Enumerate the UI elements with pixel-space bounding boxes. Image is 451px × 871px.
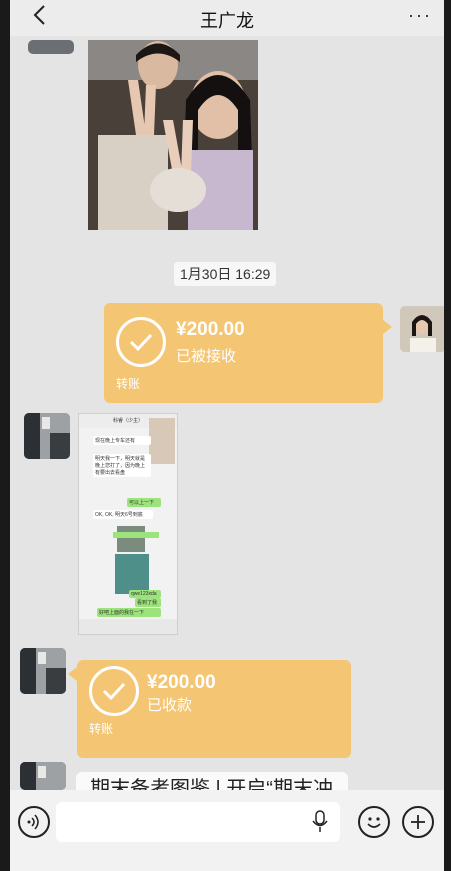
message-input[interactable] bbox=[56, 802, 340, 842]
contact-avatar[interactable] bbox=[28, 40, 74, 54]
screenshot-message: 好吧上面的我在一下 bbox=[97, 608, 161, 617]
contact-avatar[interactable] bbox=[20, 762, 66, 790]
screenshot-message: 现在晚上专车还有 bbox=[93, 436, 151, 445]
check-circle-icon bbox=[116, 317, 166, 367]
contact-avatar[interactable] bbox=[24, 413, 70, 459]
screenshot-photo bbox=[117, 526, 145, 552]
top-bar: 王广龙 ··· bbox=[10, 0, 444, 36]
more-options-button[interactable]: ··· bbox=[408, 5, 432, 26]
bubble-tail bbox=[383, 320, 392, 334]
screenshot-avatar bbox=[149, 418, 175, 464]
transfer-amount: ¥200.00 bbox=[147, 672, 216, 693]
message-timestamp: 1月30日 16:29 bbox=[174, 262, 277, 286]
transfer-label: 转账 bbox=[89, 722, 114, 736]
photo-message[interactable] bbox=[88, 40, 258, 230]
my-avatar[interactable] bbox=[400, 306, 444, 352]
plus-icon[interactable] bbox=[402, 806, 434, 838]
transfer-card-incoming[interactable]: ¥200.00 已收款 转账 bbox=[77, 660, 351, 758]
microphone-icon[interactable] bbox=[312, 810, 328, 839]
chat-title: 王广龙 bbox=[200, 11, 254, 31]
screenshot-message: 可以上一下 bbox=[127, 498, 161, 507]
bubble-tail bbox=[68, 667, 77, 681]
screenshot-message: 明天我一下，明天就是晚上您打了，因为晚上有要出去看盘 bbox=[93, 454, 151, 477]
screenshot-message: 看到了我 bbox=[135, 598, 161, 607]
screenshot-input-bar bbox=[79, 619, 177, 634]
screenshot-message: OK, OK, 明天6号到底 bbox=[93, 510, 153, 519]
chat-screen: 王广龙 ··· 1月30日 16:29 ¥200.00 已被接收 转账 科睿（少… bbox=[10, 0, 444, 871]
transfer-status: 已收款 bbox=[147, 697, 193, 714]
screenshot-image-message[interactable]: 科睿（少主） 现在晚上专车还有 明天我一下，明天就是晚上您打了，因为晚上有要出去… bbox=[78, 413, 178, 635]
contact-avatar[interactable] bbox=[20, 648, 66, 694]
screenshot-clothing bbox=[115, 554, 149, 594]
check-circle-icon bbox=[89, 666, 139, 716]
voice-icon[interactable] bbox=[18, 806, 50, 838]
screenshot-message: qwe123xda bbox=[129, 590, 161, 598]
emoji-icon[interactable] bbox=[358, 806, 390, 838]
transfer-card-outgoing[interactable]: ¥200.00 已被接收 转账 bbox=[104, 303, 383, 403]
screenshot-green-bar bbox=[113, 532, 159, 538]
transfer-status: 已被接收 bbox=[176, 348, 237, 365]
transfer-label: 转账 bbox=[116, 377, 141, 391]
transfer-amount: ¥200.00 bbox=[176, 319, 245, 340]
input-bar bbox=[10, 790, 444, 871]
